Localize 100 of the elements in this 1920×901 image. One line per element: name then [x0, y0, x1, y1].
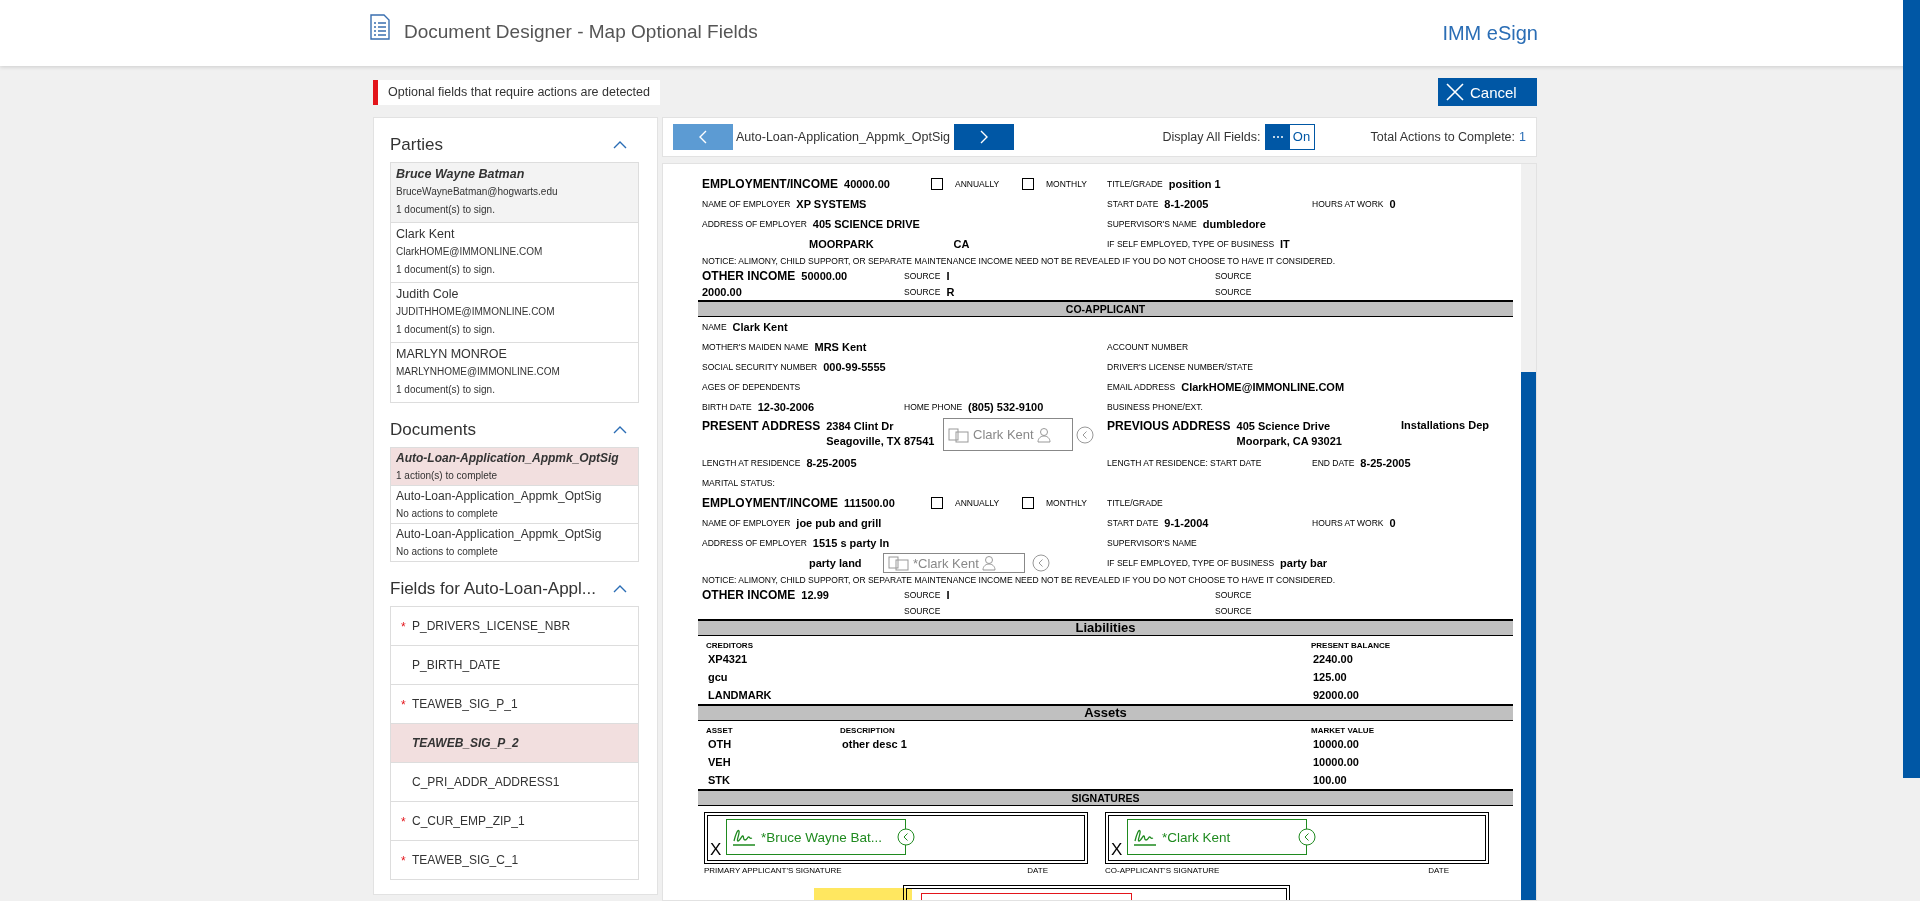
text-field-icon — [948, 426, 970, 443]
party-status: 1 document(s) to sign. — [396, 263, 496, 277]
person-icon — [981, 555, 996, 571]
chevron-right-icon — [980, 130, 989, 144]
chevron-up-icon[interactable] — [613, 585, 627, 593]
field-label: SOURCE — [904, 287, 941, 297]
field-item[interactable]: * C_CUR_EMP_ZIP_1 — [391, 802, 638, 841]
scrollbar-thumb[interactable] — [1903, 0, 1920, 778]
document-name: Auto-Loan-Application_Appmk_OptSig — [396, 488, 603, 505]
table-cell: other desc 1 — [842, 738, 907, 750]
brand-name: IMM eSign — [1442, 21, 1538, 45]
checkbox[interactable] — [931, 497, 943, 509]
field-name: C_PRI_ADDR_ADDRESS1 — [412, 775, 560, 789]
field-label: NAME OF EMPLOYER — [702, 518, 791, 528]
column-header: PRESENT BALANCE — [1311, 641, 1391, 650]
total-actions-count: 1 — [1519, 130, 1526, 144]
field-item[interactable]: C_PRI_ADDR_ADDRESS1 — [391, 763, 638, 802]
field-value: 12.99 — [801, 589, 829, 601]
party-item[interactable]: Bruce Wayne Batman BruceWayneBatman@hogwarts.edu 1 document(s) to sign. — [391, 163, 638, 223]
field-value: 50000.00 — [801, 270, 848, 282]
field-label: LENGTH AT RESIDENCE — [702, 458, 801, 468]
address-line: 405 Science Drive — [1236, 420, 1332, 432]
section-title: Documents — [390, 420, 476, 440]
toggle-switch[interactable]: On — [1264, 124, 1315, 150]
field-label: OTHER INCOME — [702, 269, 796, 283]
field-label: TITLE/GRADE — [1107, 498, 1163, 508]
field-label: ADDRESS OF EMPLOYER — [702, 538, 807, 548]
field-label: DATE — [1027, 866, 1048, 875]
column-header: MARKET VALUE — [1311, 726, 1374, 735]
section-title: Fields for Auto-Loan-Appl... — [390, 579, 596, 599]
field-label: MOTHER'S MAIDEN NAME — [702, 342, 809, 352]
total-actions-label: Total Actions to Complete: — [1370, 130, 1516, 144]
field-label: NAME — [702, 322, 727, 332]
party-email: MARLYNHOME@IMMONLINE.COM — [396, 365, 561, 379]
field-item[interactable]: * TEAWEB_SIG_C_1 — [391, 841, 638, 879]
document-item[interactable]: Auto-Loan-Application_Appmk_OptSig 1 action(s) to complete — [391, 448, 638, 486]
field-value: 8-25-2005 — [806, 457, 857, 469]
checkbox[interactable] — [931, 178, 943, 190]
chevron-up-icon[interactable] — [613, 141, 627, 149]
text-field-icon — [888, 555, 910, 571]
field-label: MARITAL STATUS: — [702, 478, 775, 488]
field-label: SOURCE — [1215, 287, 1252, 297]
field-item[interactable]: TEAWEB_SIG_P_2 — [391, 724, 638, 763]
next-button[interactable] — [954, 124, 1015, 150]
field-label: END DATE — [1312, 458, 1355, 468]
scrollbar-thumb[interactable] — [1521, 372, 1536, 900]
address-line: Moorpark, CA 93021 — [1236, 435, 1342, 447]
signature-field[interactable]: *Clark Kent — [1127, 819, 1307, 855]
required-mark: * — [401, 815, 406, 829]
section-title: Parties — [390, 135, 443, 155]
field-value: 8-25-2005 — [1360, 457, 1411, 469]
field-item[interactable]: * P_DRIVERS_LICENSE_NBR — [391, 607, 638, 646]
field-name: P_BIRTH_DATE — [412, 658, 501, 672]
field-label: HOME PHONE — [904, 402, 963, 412]
party-email: ClarkHOME@IMMONLINE.COM — [396, 245, 544, 259]
field-value: 12-30-2006 — [757, 401, 815, 413]
field-value: 1515 s party ln — [812, 537, 890, 549]
checkbox[interactable] — [1022, 497, 1034, 509]
chevron-left-circle-icon[interactable] — [1298, 828, 1316, 846]
field-value: 405 SCIENCE DRIVE — [812, 218, 920, 230]
document-name: Auto-Loan-Application_Appmk_OptSig — [396, 526, 603, 543]
field-item[interactable]: P_BIRTH_DATE — [391, 646, 638, 685]
field-label: IF SELF EMPLOYED, TYPE OF BUSINESS — [1107, 558, 1275, 568]
party-item[interactable]: Judith Cole JUDITHHOME@IMMONLINE.COM 1 document(s) to sign. — [391, 283, 638, 343]
signature-field[interactable]: *Bruce Wayne Bat... — [726, 819, 906, 855]
field-label: SOURCE — [904, 590, 941, 600]
document-item[interactable]: Auto-Loan-Application_Appmk_OptSig No actions to complete — [391, 524, 638, 561]
field-value: dumbledore — [1202, 218, 1266, 230]
field-label: SOURCE — [1215, 590, 1252, 600]
field-name: C_CUR_EMP_ZIP_1 — [412, 814, 525, 828]
field-label: AGES OF DEPENDENTS — [702, 382, 801, 392]
table-cell: 10000.00 — [1313, 738, 1359, 750]
field-label: SOURCE — [1215, 271, 1252, 281]
table-cell: OTH — [708, 738, 732, 750]
document-list-icon — [370, 14, 390, 40]
field-label: DRIVER'S LICENSE NUMBER/STATE — [1107, 362, 1253, 372]
cancel-button[interactable]: Cancel — [1438, 78, 1537, 106]
document-item[interactable]: Auto-Loan-Application_Appmk_OptSig No actions to complete — [391, 486, 638, 524]
document-name: Auto-Loan-Application_Appmk_OptSig — [736, 130, 951, 144]
table-cell: 100.00 — [1313, 774, 1347, 786]
field-name: TEAWEB_SIG_P_2 — [412, 736, 519, 750]
party-item[interactable]: MARLYN MONROE MARLYNHOME@IMMONLINE.COM 1 document(s) to sign. — [391, 343, 638, 402]
chevron-up-icon[interactable] — [613, 426, 627, 434]
document-status: No actions to complete — [396, 545, 499, 559]
chevron-left-circle-icon[interactable] — [1032, 554, 1050, 572]
field-value: party bar — [1280, 557, 1328, 569]
chevron-left-circle-icon[interactable] — [897, 828, 915, 846]
field-label: ADDRESS OF EMPLOYER — [702, 219, 807, 229]
signature-x-mark: X — [1110, 840, 1123, 860]
chevron-left-icon — [699, 130, 707, 144]
section-heading: Liabilities — [698, 619, 1513, 636]
checkbox[interactable] — [1022, 178, 1034, 190]
chevron-left-circle-icon[interactable] — [1076, 426, 1094, 444]
field-label: BUSINESS PHONE/EXT. — [1107, 402, 1203, 412]
field-label: SUPERVISOR'S NAME — [1107, 219, 1197, 229]
field-name: P_DRIVERS_LICENSE_NBR — [412, 619, 571, 633]
table-cell: LANDMARK — [708, 689, 772, 701]
field-value: (805) 532-9100 — [968, 401, 1044, 413]
close-icon — [1446, 83, 1464, 101]
party-item[interactable]: Clark Kent ClarkHOME@IMMONLINE.COM 1 document(s) to sign. — [391, 223, 638, 283]
